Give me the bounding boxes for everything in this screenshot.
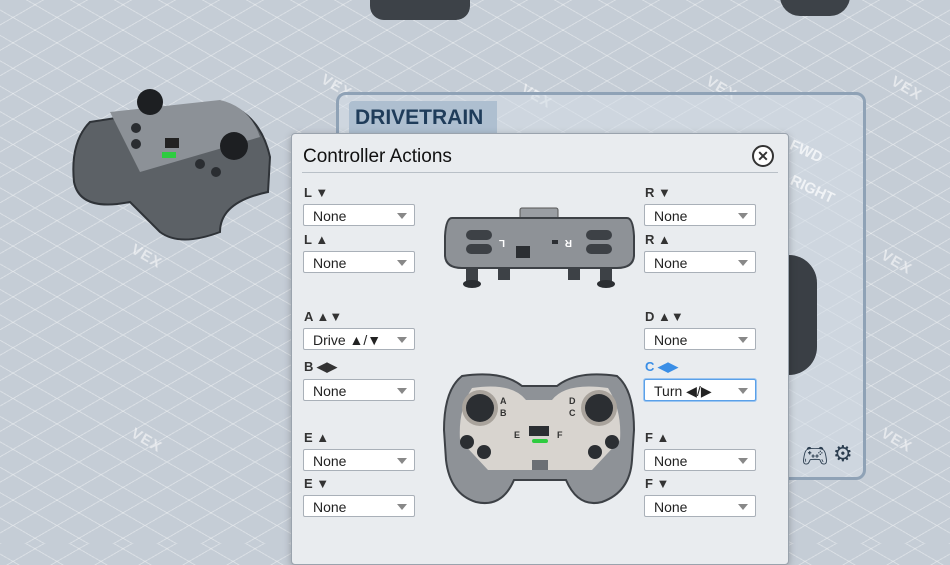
label-d: D ▲▼ bbox=[645, 309, 684, 324]
diagram-label-a: A bbox=[500, 396, 507, 406]
diagram-label-f: F bbox=[557, 430, 563, 440]
panel-title: DRIVETRAIN bbox=[349, 101, 497, 135]
chevron-down-icon bbox=[397, 504, 407, 510]
label-l-up: L ▲ bbox=[304, 232, 329, 247]
chevron-down-icon bbox=[738, 213, 748, 219]
controller-illustration bbox=[72, 89, 272, 241]
select-l-down[interactable]: None bbox=[303, 204, 415, 226]
label-a: A ▲▼ bbox=[304, 309, 343, 324]
diagram-label-r: R bbox=[564, 237, 572, 248]
diagram-label-d: D bbox=[569, 396, 576, 406]
chevron-down-icon bbox=[738, 337, 748, 343]
chevron-down-icon bbox=[738, 388, 748, 394]
diagram-label-l: L bbox=[499, 237, 505, 248]
select-f-up[interactable]: None bbox=[644, 449, 756, 471]
controller-top-view: L R bbox=[444, 207, 635, 288]
diagram-label-c: C bbox=[569, 408, 576, 418]
robot-wheel bbox=[780, 0, 850, 16]
controller-actions-dialog: Controller Actions ✕ L ▼ None L ▲ None A… bbox=[291, 133, 789, 565]
select-r-up[interactable]: None bbox=[644, 251, 756, 273]
select-r-down[interactable]: None bbox=[644, 204, 756, 226]
panel-bg-label: FWD bbox=[787, 136, 826, 167]
chevron-down-icon bbox=[397, 260, 407, 266]
robot-wheel bbox=[789, 255, 817, 375]
chevron-down-icon bbox=[397, 388, 407, 394]
label-l-down: L ▼ bbox=[304, 185, 329, 200]
gear-icon[interactable]: ⚙ bbox=[833, 441, 853, 467]
select-e-up[interactable]: None bbox=[303, 449, 415, 471]
vex-watermark: VEX bbox=[887, 72, 926, 105]
chevron-down-icon bbox=[738, 504, 748, 510]
select-f-down[interactable]: None bbox=[644, 495, 756, 517]
select-d[interactable]: None bbox=[644, 328, 756, 350]
controller-front-view: A B D C E F bbox=[442, 373, 636, 504]
vex-watermark: VEX bbox=[127, 240, 166, 273]
vex-watermark: VEX bbox=[877, 246, 916, 279]
divider bbox=[302, 172, 778, 173]
label-b: B ◀▶ bbox=[304, 359, 337, 374]
chevron-down-icon bbox=[738, 458, 748, 464]
label-f-down: F ▼ bbox=[645, 476, 670, 491]
vex-watermark: VEX bbox=[877, 424, 916, 457]
label-e-up: E ▲ bbox=[304, 430, 330, 445]
vex-watermark: VEX bbox=[127, 424, 166, 457]
dialog-title: Controller Actions bbox=[303, 146, 452, 167]
label-c: C ◀▶ bbox=[645, 359, 678, 374]
label-r-up: R ▲ bbox=[645, 232, 671, 247]
chevron-down-icon bbox=[397, 458, 407, 464]
diagram-label-b: B bbox=[500, 408, 507, 418]
select-c[interactable]: Turn ◀/▶ bbox=[644, 379, 756, 401]
select-a[interactable]: Drive ▲/▼ bbox=[303, 328, 415, 350]
chevron-down-icon bbox=[397, 213, 407, 219]
label-r-down: R ▼ bbox=[645, 185, 671, 200]
chevron-down-icon bbox=[738, 260, 748, 266]
diagram-label-e: E bbox=[514, 430, 520, 440]
select-l-up[interactable]: None bbox=[303, 251, 415, 273]
label-f-up: F ▲ bbox=[645, 430, 670, 445]
chevron-down-icon bbox=[397, 337, 407, 343]
label-e-down: E ▼ bbox=[304, 476, 330, 491]
select-e-down[interactable]: None bbox=[303, 495, 415, 517]
gamepad-icon[interactable]: 🎮︎ bbox=[801, 443, 829, 469]
panel-bg-label: RIGHT bbox=[787, 171, 838, 208]
select-b[interactable]: None bbox=[303, 379, 415, 401]
close-icon[interactable]: ✕ bbox=[752, 145, 774, 167]
robot-part bbox=[370, 0, 470, 20]
